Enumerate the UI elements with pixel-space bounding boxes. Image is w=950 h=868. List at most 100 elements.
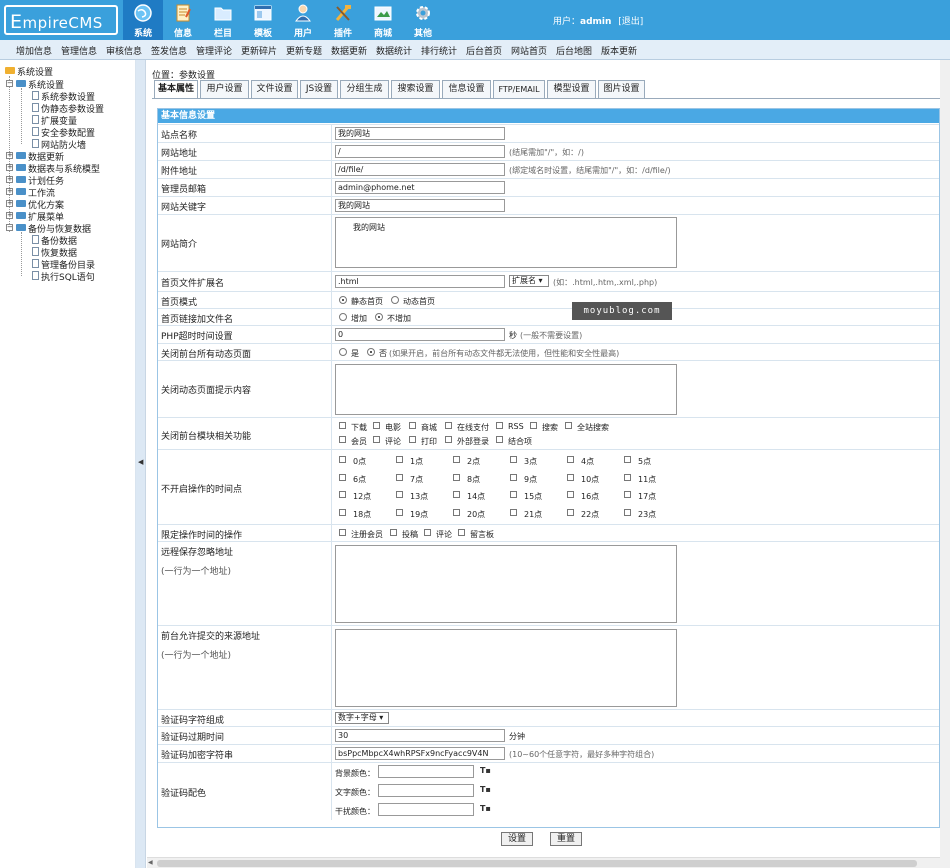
- sitename-input[interactable]: 我的网站: [335, 127, 505, 140]
- tab-image[interactable]: 图片设置: [598, 80, 645, 99]
- menu-version-update[interactable]: 版本更新: [601, 44, 637, 57]
- nav-other[interactable]: 其他: [403, 0, 443, 40]
- color-picker-icon[interactable]: T▪: [480, 766, 491, 776]
- menu-admin-map[interactable]: 后台地图: [556, 44, 592, 57]
- nav-column[interactable]: 栏目: [203, 0, 243, 40]
- mod-comment-checkbox[interactable]: [373, 436, 380, 443]
- hour-checkbox[interactable]: [339, 508, 346, 516]
- tree-toggle-optimize[interactable]: +: [6, 200, 13, 207]
- tab-user[interactable]: 用户设置: [200, 80, 249, 99]
- scroll-thumb[interactable]: [157, 860, 917, 867]
- tab-ftp-email[interactable]: FTP/EMAIL: [493, 80, 545, 99]
- nav-template[interactable]: 模板: [243, 0, 283, 40]
- remotesave-textarea[interactable]: [335, 545, 677, 623]
- mod-download-checkbox[interactable]: [339, 422, 346, 429]
- hour-checkbox[interactable]: [624, 473, 631, 481]
- tab-search[interactable]: 搜索设置: [391, 80, 440, 99]
- mod-combine-checkbox[interactable]: [496, 436, 503, 443]
- limit-guestbook-checkbox[interactable]: [458, 529, 465, 536]
- mod-search-checkbox[interactable]: [530, 422, 537, 429]
- submit-button[interactable]: 设置: [501, 832, 533, 846]
- limit-register-checkbox[interactable]: [339, 529, 346, 536]
- menu-manage-comments[interactable]: 管理评论: [196, 44, 232, 57]
- horizontal-scrollbar[interactable]: ◀: [147, 857, 950, 868]
- hour-checkbox[interactable]: [453, 508, 460, 516]
- indexmode-dynamic-radio[interactable]: [391, 296, 399, 304]
- tree-toggle-dataupdate[interactable]: +: [6, 152, 13, 159]
- nav-system[interactable]: 系统: [123, 0, 163, 40]
- hour-checkbox[interactable]: [624, 491, 631, 498]
- tab-info[interactable]: 信息设置: [442, 80, 491, 99]
- hour-checkbox[interactable]: [396, 508, 403, 516]
- closemsg-textarea[interactable]: [335, 364, 677, 415]
- hour-checkbox[interactable]: [624, 508, 631, 516]
- hour-checkbox[interactable]: [396, 491, 403, 498]
- tree-toggle-task[interactable]: +: [6, 176, 13, 183]
- menu-add-info[interactable]: 增加信息: [16, 44, 52, 57]
- hour-checkbox[interactable]: [339, 491, 346, 498]
- hour-checkbox[interactable]: [453, 491, 460, 498]
- indexext-select[interactable]: 扩展名 ▾: [509, 275, 549, 287]
- allowsrc-textarea[interactable]: [335, 629, 677, 707]
- hour-checkbox[interactable]: [567, 508, 574, 516]
- closedyn-no-radio[interactable]: [367, 348, 375, 356]
- limit-submit-checkbox[interactable]: [390, 529, 397, 536]
- tab-model[interactable]: 模型设置: [547, 80, 596, 99]
- hour-checkbox[interactable]: [624, 456, 631, 463]
- hour-checkbox[interactable]: [339, 456, 346, 463]
- hour-checkbox[interactable]: [453, 456, 460, 463]
- fileurl-input[interactable]: /d/file/: [335, 163, 505, 176]
- mod-member-checkbox[interactable]: [339, 436, 346, 443]
- tree-toggle-backup[interactable]: −: [6, 224, 13, 231]
- hour-checkbox[interactable]: [339, 473, 346, 481]
- menu-rank-stats[interactable]: 排行统计: [421, 44, 457, 57]
- tab-group-gen[interactable]: 分组生成: [340, 80, 389, 99]
- menu-data-update[interactable]: 数据更新: [331, 44, 367, 57]
- vcode-select[interactable]: 数字+字母 ▾: [335, 712, 389, 724]
- vertical-scrollbar[interactable]: [940, 60, 950, 868]
- limit-comment-checkbox[interactable]: [424, 529, 431, 536]
- hour-checkbox[interactable]: [453, 473, 460, 481]
- tab-file[interactable]: 文件设置: [251, 80, 298, 99]
- menu-site-home[interactable]: 网站首页: [511, 44, 547, 57]
- menu-sign-info[interactable]: 签发信息: [151, 44, 187, 57]
- tab-js[interactable]: JS设置: [300, 80, 338, 99]
- mod-pay-checkbox[interactable]: [445, 422, 452, 429]
- email-input[interactable]: admin@phome.net: [335, 181, 505, 194]
- indexlink-noadd-radio[interactable]: [375, 313, 383, 321]
- sidebar-collapse-bar[interactable]: ◀: [136, 60, 146, 868]
- menu-data-stats[interactable]: 数据统计: [376, 44, 412, 57]
- mod-print-checkbox[interactable]: [409, 436, 416, 443]
- vcolor-bg-input[interactable]: [378, 765, 474, 778]
- hour-checkbox[interactable]: [567, 491, 574, 498]
- tree-exec-sql[interactable]: 执行SQL语句: [41, 270, 95, 283]
- intro-textarea[interactable]: 我的网站: [335, 217, 677, 268]
- hour-checkbox[interactable]: [396, 456, 403, 463]
- color-picker-icon[interactable]: T▪: [480, 804, 491, 814]
- indexlink-add-radio[interactable]: [339, 313, 347, 321]
- scroll-left-icon[interactable]: ◀: [148, 859, 153, 866]
- closedyn-yes-radio[interactable]: [339, 348, 347, 356]
- hour-checkbox[interactable]: [510, 491, 517, 498]
- keywords-input[interactable]: 我的网站: [335, 199, 505, 212]
- menu-update-fragments[interactable]: 更新碎片: [241, 44, 277, 57]
- vcolor-fg-input[interactable]: [378, 784, 474, 797]
- mod-shop-checkbox[interactable]: [409, 422, 416, 429]
- nav-info[interactable]: 信息: [163, 0, 203, 40]
- mod-movie-checkbox[interactable]: [373, 422, 380, 429]
- indexext-input[interactable]: .html: [335, 275, 505, 288]
- hour-checkbox[interactable]: [510, 456, 517, 463]
- hour-checkbox[interactable]: [567, 456, 574, 463]
- vkey-input[interactable]: bsPpcMbpcX4whRPSFx9ncFyacc9V4N: [335, 747, 505, 760]
- hour-checkbox[interactable]: [396, 473, 403, 481]
- vexpire-input[interactable]: 30: [335, 729, 505, 742]
- mod-extlogin-checkbox[interactable]: [445, 436, 452, 443]
- hour-checkbox[interactable]: [510, 508, 517, 516]
- reset-button[interactable]: 重置: [550, 832, 582, 846]
- tree-toggle-workflow[interactable]: +: [6, 188, 13, 195]
- indexmode-static-radio[interactable]: [339, 296, 347, 304]
- tree-toggle-model[interactable]: +: [6, 164, 13, 171]
- menu-manage-info[interactable]: 管理信息: [61, 44, 97, 57]
- color-picker-icon[interactable]: T▪: [480, 785, 491, 795]
- phptimeout-input[interactable]: 0: [335, 328, 505, 341]
